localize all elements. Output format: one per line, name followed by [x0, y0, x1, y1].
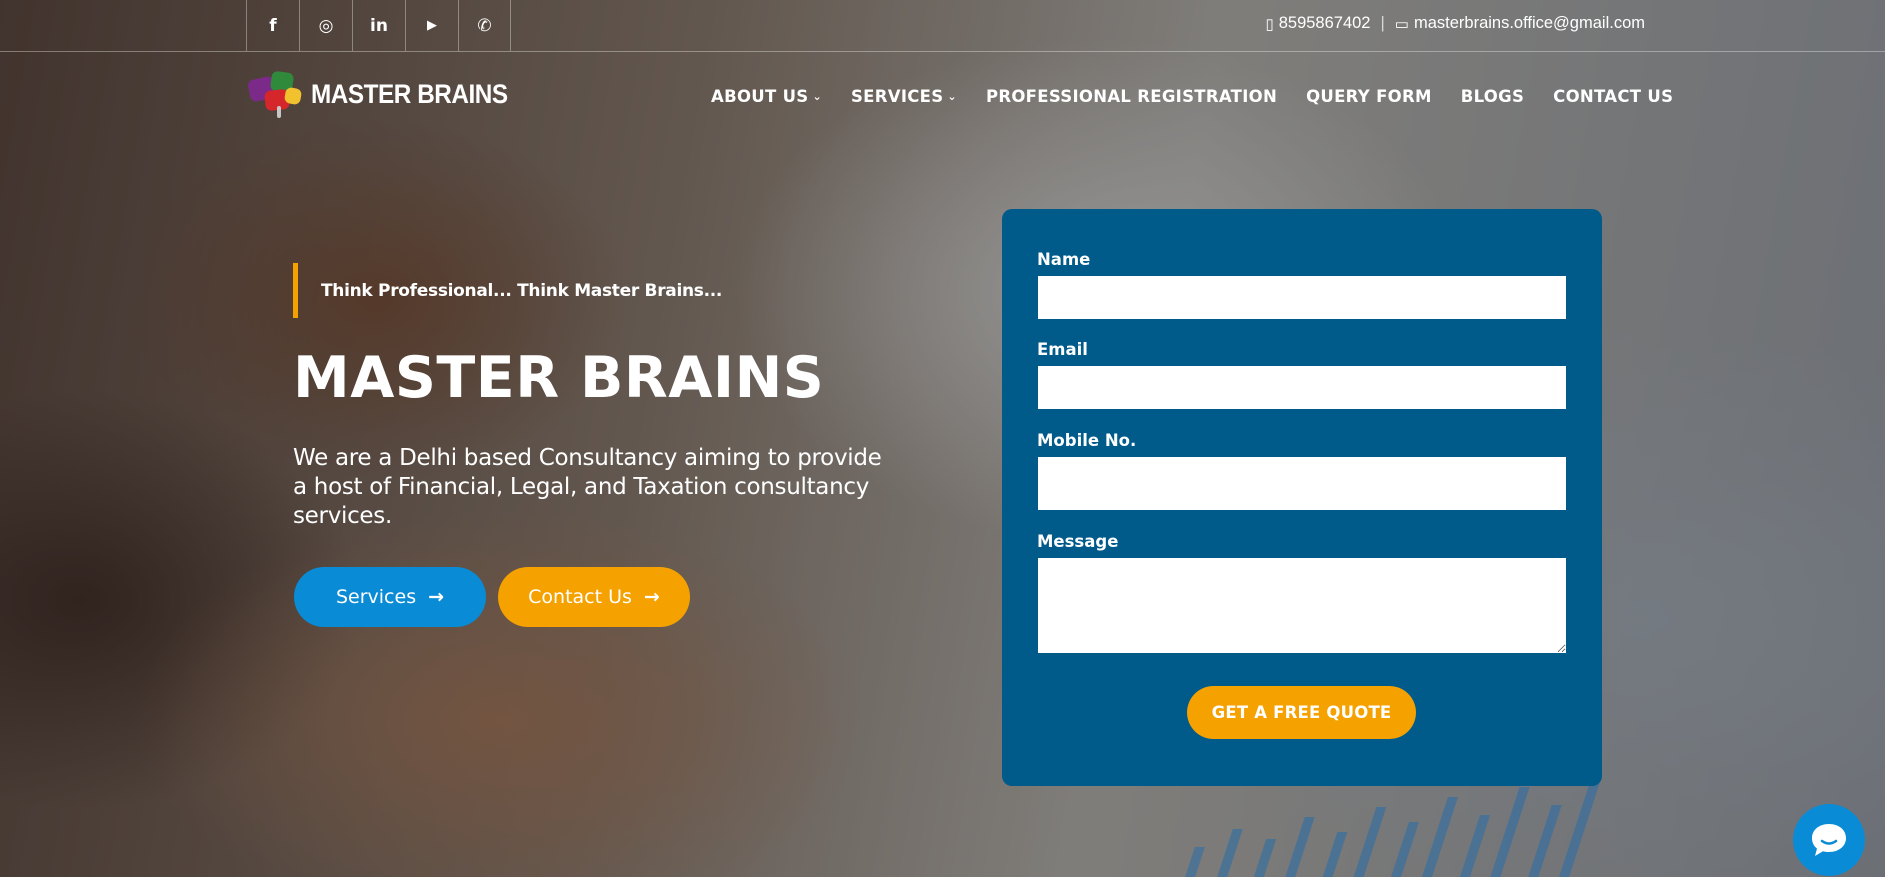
- mobile-phone-icon: ▯: [1265, 15, 1274, 33]
- contact-info: ▯ 8595867402 | ▭ masterbrains.office@gma…: [1265, 14, 1645, 33]
- main-nav: ABOUT US ⌄ SERVICES ⌄ PROFESSIONAL REGISTR…: [711, 87, 1673, 106]
- arrow-right-icon: →: [643, 586, 660, 608]
- instagram-icon[interactable]: ◎: [299, 0, 352, 51]
- email-link[interactable]: masterbrains.office@gmail.com: [1414, 14, 1645, 33]
- separator: |: [1380, 14, 1385, 32]
- nav-item-query-form[interactable]: QUERY FORM: [1306, 87, 1432, 106]
- social-links: f ◎ in ▶ ✆: [246, 0, 511, 51]
- mobile-input[interactable]: [1038, 457, 1566, 510]
- hero-title: MASTER BRAINS: [293, 345, 825, 411]
- nav-item-contact-us[interactable]: CONTACT US: [1553, 87, 1673, 106]
- nav-item-blogs[interactable]: BLOGS: [1461, 87, 1524, 106]
- top-bar: f ◎ in ▶ ✆ ▯ 8595867402 | ▭ masterbrains…: [0, 0, 1885, 52]
- logo-text: MASTER BRAINS: [311, 78, 508, 109]
- chat-message-icon: ▭: [1394, 15, 1409, 33]
- email-input[interactable]: [1038, 366, 1566, 409]
- facebook-icon[interactable]: f: [246, 0, 299, 51]
- brain-logo-icon: [246, 68, 309, 120]
- phone-link[interactable]: 8595867402: [1279, 14, 1371, 33]
- email-label: Email: [1037, 340, 1088, 359]
- chat-bubble-icon: [1812, 824, 1846, 856]
- whatsapp-icon[interactable]: ✆: [458, 0, 511, 51]
- linkedin-icon[interactable]: in: [352, 0, 405, 51]
- hero-description: We are a Delhi based Consultancy aiming …: [293, 445, 882, 529]
- message-textarea[interactable]: [1038, 558, 1566, 653]
- message-label: Message: [1037, 532, 1119, 551]
- arrow-right-icon: →: [428, 586, 445, 608]
- name-input[interactable]: [1038, 276, 1566, 319]
- chat-widget-button[interactable]: [1793, 804, 1865, 876]
- hero-tagline: Think Professional... Think Master Brain…: [293, 263, 722, 318]
- services-button[interactable]: Services →: [294, 567, 486, 627]
- get-free-quote-button[interactable]: GET A FREE QUOTE: [1187, 686, 1416, 739]
- contact-us-button[interactable]: Contact Us →: [498, 567, 690, 627]
- nav-item-professional-registration[interactable]: PROFESSIONAL REGISTRATION: [986, 87, 1277, 106]
- chevron-down-icon: ⌄: [812, 90, 822, 103]
- site-logo[interactable]: MASTER BRAINS: [246, 68, 530, 120]
- chevron-down-icon: ⌄: [947, 90, 957, 103]
- quote-form: Name Email Mobile No. Message GET A FREE…: [1002, 209, 1602, 786]
- youtube-icon[interactable]: ▶: [405, 0, 458, 51]
- nav-item-services[interactable]: SERVICES ⌄: [851, 87, 957, 106]
- name-label: Name: [1037, 250, 1091, 269]
- mobile-label: Mobile No.: [1037, 431, 1137, 450]
- nav-item-about-us[interactable]: ABOUT US ⌄: [711, 87, 822, 106]
- background-overlay: [0, 0, 1885, 877]
